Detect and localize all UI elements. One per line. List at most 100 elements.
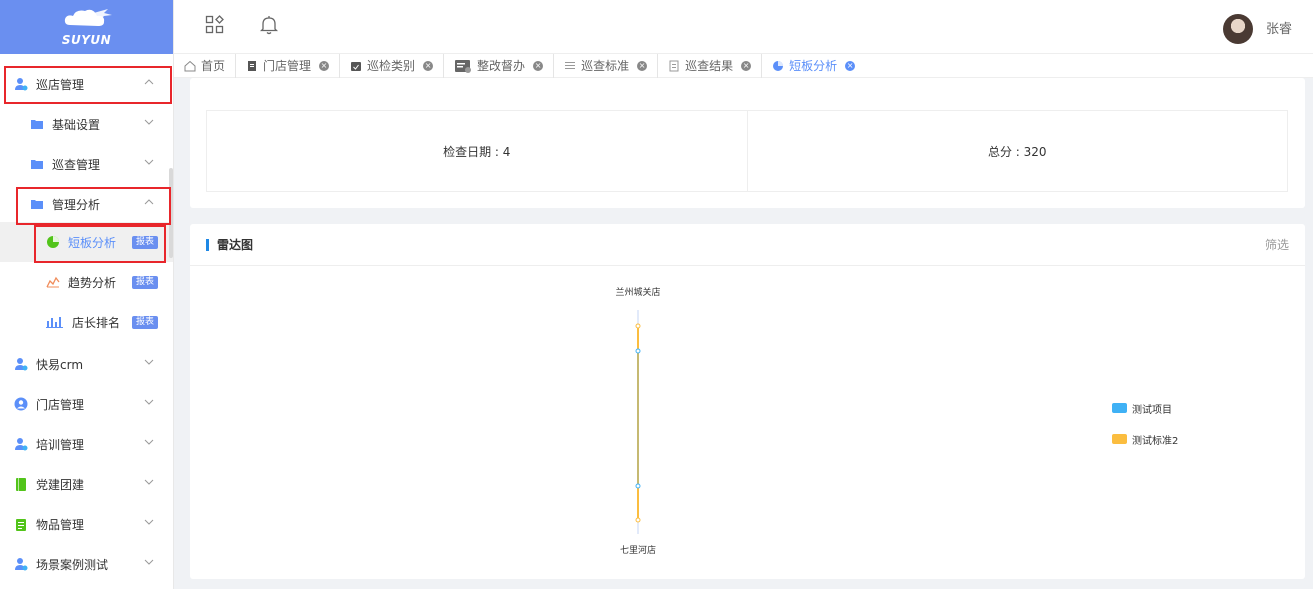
radar-title: 雷达图 <box>217 238 254 252</box>
pie-chart-icon <box>772 60 784 72</box>
legend-label: 测试标准2 <box>1132 435 1179 447</box>
tab-label: 短板分析 <box>789 59 838 73</box>
folder-icon <box>30 157 44 171</box>
series-point[interactable] <box>635 348 641 354</box>
menu-label: 场景案例测试 <box>36 557 109 572</box>
indicator-label-bottom: 七里河店 <box>620 544 656 556</box>
tab-store-management[interactable]: 门店管理 × <box>236 53 341 78</box>
close-icon[interactable]: × <box>533 60 544 71</box>
filter-button[interactable]: 筛选 <box>1265 236 1289 253</box>
bell-icon[interactable] <box>258 14 280 36</box>
tab-label: 首页 <box>201 59 226 73</box>
chevron-down-icon <box>144 479 154 485</box>
series-point[interactable] <box>635 323 641 329</box>
legend-swatch <box>1112 434 1127 444</box>
apps-grid-icon[interactable] <box>204 14 226 36</box>
tab-inspection-standard[interactable]: 巡查标准 × <box>554 53 659 78</box>
line-chart-icon <box>46 275 60 289</box>
report-icon <box>668 60 680 72</box>
sidebar: SUYUN 巡店管理 基础设置 巡查管理 管理分析 短板分析 报表 趋势分析 报… <box>0 0 174 589</box>
report-badge: 报表 <box>131 276 158 289</box>
indicator-label-top: 兰州城关店 <box>615 286 660 298</box>
tab-label: 巡检类别 <box>367 59 416 73</box>
menu-label: 培训管理 <box>36 437 85 452</box>
highlight-box-shortboard-analysis <box>34 225 166 263</box>
series-point[interactable] <box>635 517 641 523</box>
task-icon <box>454 59 472 73</box>
chart-legend: 测试项目 测试标准2 <box>1112 400 1178 462</box>
menu-trend-analysis[interactable]: 趋势分析 报表 <box>0 262 173 302</box>
series-point[interactable] <box>635 483 641 489</box>
home-icon <box>184 60 196 72</box>
clipboard-icon <box>14 517 28 531</box>
close-icon[interactable]: × <box>637 60 648 71</box>
tab-bar: 首页 门店管理 × 巡检类别 × 整改督办 × 巡查标准 × 巡查结果 × 短板… <box>174 53 1313 78</box>
chevron-down-icon <box>144 159 154 165</box>
tab-label: 整改督办 <box>477 59 526 73</box>
tab-inspection-category[interactable]: 巡检类别 × <box>340 53 445 78</box>
tab-label: 巡查结果 <box>685 59 734 73</box>
calendar-icon <box>350 60 362 72</box>
legend-item-test-standard-2[interactable]: 测试标准2 <box>1112 431 1178 447</box>
highlight-box-shop-patrol <box>4 66 172 104</box>
menu-store-management[interactable]: 门店管理 <box>0 384 173 424</box>
user-check-icon <box>14 437 28 451</box>
tab-label: 巡查标准 <box>581 59 630 73</box>
menu-party-building[interactable]: 党建团建 <box>0 464 173 504</box>
chevron-down-icon <box>144 439 154 445</box>
summary-card: 检查日期 : 4 总分 : 320 <box>190 78 1305 208</box>
user-circle-icon <box>14 397 28 411</box>
user-check-icon <box>14 357 28 371</box>
list-icon <box>564 60 576 72</box>
top-header: 张睿 <box>174 0 1313 54</box>
highlight-box-management-analysis <box>16 187 171 225</box>
chevron-down-icon <box>144 399 154 405</box>
close-icon[interactable]: × <box>741 60 752 71</box>
legend-swatch <box>1112 403 1127 413</box>
menu-basic-settings[interactable]: 基础设置 <box>0 104 173 144</box>
chevron-down-icon <box>144 559 154 565</box>
tab-shortboard-analysis[interactable]: 短板分析 × <box>762 54 865 78</box>
folder-icon <box>30 117 44 131</box>
radar-header: 雷达图 筛选 <box>190 224 1305 266</box>
bar-chart-icon <box>46 315 64 329</box>
chevron-down-icon <box>144 519 154 525</box>
check-date: 检查日期 : 4 <box>443 144 511 159</box>
tab-inspection-result[interactable]: 巡查结果 × <box>658 53 763 78</box>
user-check-icon <box>14 557 28 571</box>
close-icon[interactable]: × <box>423 60 434 71</box>
menu-label: 趋势分析 <box>68 275 117 290</box>
menu-training-management[interactable]: 培训管理 <box>0 424 173 464</box>
radar-card: 雷达图 筛选 兰州城关店 七里河店 测试项目 测试标准2 <box>190 224 1305 579</box>
close-icon[interactable]: × <box>845 60 856 71</box>
menu-patrol-management[interactable]: 巡查管理 <box>0 144 173 184</box>
tab-label: 门店管理 <box>263 59 312 73</box>
menu-manager-ranking[interactable]: 店长排名 报表 <box>0 302 173 342</box>
cloud-plane-logo-icon <box>64 9 112 27</box>
username[interactable]: 张睿 <box>1266 18 1292 37</box>
summary-table: 检查日期 : 4 总分 : 320 <box>206 110 1288 192</box>
menu-scenario-test[interactable]: 场景案例测试 <box>0 544 173 584</box>
brand-name: SUYUN <box>61 33 112 47</box>
menu-crm[interactable]: 快易crm <box>0 344 173 384</box>
avatar[interactable] <box>1223 14 1253 44</box>
logo[interactable]: SUYUN <box>0 0 173 54</box>
menu-label: 巡查管理 <box>52 157 101 172</box>
legend-item-test-item[interactable]: 测试项目 <box>1112 400 1178 416</box>
menu-label: 党建团建 <box>36 477 85 492</box>
menu-label: 快易crm <box>36 357 84 372</box>
title-accent-bar <box>206 238 209 251</box>
menu-label: 物品管理 <box>36 517 85 532</box>
chevron-down-icon <box>144 359 154 365</box>
tab-home[interactable]: 首页 <box>174 53 237 78</box>
total-score: 总分 : 320 <box>746 111 1288 191</box>
chevron-down-icon <box>144 119 154 125</box>
close-icon[interactable]: × <box>319 60 330 71</box>
legend-label: 测试项目 <box>1132 404 1172 416</box>
menu-goods-management[interactable]: 物品管理 <box>0 504 173 544</box>
menu-label: 门店管理 <box>36 397 85 412</box>
menu-label: 基础设置 <box>52 117 101 132</box>
book-icon <box>14 477 28 491</box>
report-badge: 报表 <box>131 316 158 329</box>
tab-rectification[interactable]: 整改督办 × <box>444 53 555 78</box>
